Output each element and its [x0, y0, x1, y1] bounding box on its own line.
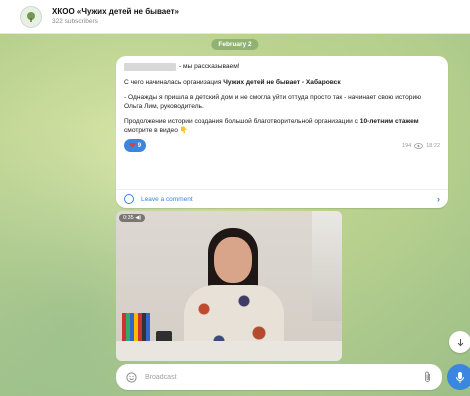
leave-comment-label: Leave a comment [141, 195, 193, 203]
post-line-continuation: Продолжение истории создания большой бла… [124, 118, 440, 135]
microphone-icon [456, 371, 464, 383]
tree-logo-icon [27, 11, 35, 22]
post-greeting-line: - мы рассказываем! [124, 63, 440, 72]
post-line-origin-text: С чего начиналась организация [124, 78, 224, 86]
post-line-story: - Однажды я пришла в детский дом и не см… [124, 94, 422, 110]
paperclip-icon[interactable] [423, 371, 432, 383]
view-count: 194 [402, 142, 412, 149]
video-message[interactable]: 0:35 ◀) [116, 211, 342, 361]
post-org-name: Чужих детей не бывает - Хабаровск [223, 78, 341, 86]
post-bubble[interactable]: - мы рассказываем! С чего начиналась орг… [116, 56, 448, 208]
microphone-button[interactable] [447, 364, 470, 390]
broadcast-input[interactable] [145, 373, 423, 381]
eye-icon [414, 142, 424, 149]
arrow-down-icon [457, 338, 463, 346]
subscriber-count: 322 subscribers [52, 18, 98, 25]
post-continuation-text: Продолжение истории создания большой бла… [124, 118, 360, 125]
smile-icon[interactable] [126, 371, 137, 383]
leave-comment-row[interactable]: Leave a comment › [116, 189, 448, 208]
channel-header[interactable]: ХКОО «Чужих детей не бывает» 322 subscri… [0, 0, 470, 34]
channel-title: ХКОО «Чужих детей не бывает» [52, 7, 179, 16]
heart-reaction[interactable]: ❤ 9 [124, 139, 147, 152]
video-window [312, 211, 342, 321]
redacted-text [124, 63, 176, 72]
chevron-right-icon: › [437, 194, 440, 204]
video-duration-badge[interactable]: 0:35 ◀) [119, 214, 146, 222]
comment-icon [124, 194, 134, 204]
post-continuation-end: смотрите в видео 👇 [124, 126, 188, 134]
post-line-origin: С чего начиналась организация Чужих дете… [124, 79, 440, 88]
post-meta: 194 18:22 [402, 143, 440, 149]
scroll-down-button[interactable] [449, 331, 470, 353]
date-divider: February 2 [211, 39, 259, 50]
heart-icon: ❤ [129, 141, 136, 150]
channel-avatar[interactable] [20, 5, 42, 28]
composer[interactable] [116, 364, 442, 390]
post-time: 18:22 [426, 142, 440, 149]
chat-area[interactable]: February 2 - мы рассказываем! С чего нач… [0, 34, 470, 396]
video-desk [116, 341, 342, 361]
video-person-face [214, 237, 252, 283]
post-experience: 10-летним стажем [359, 118, 419, 125]
reaction-count: 9 [137, 142, 142, 149]
post-greeting: - мы рассказываем! [179, 63, 240, 70]
